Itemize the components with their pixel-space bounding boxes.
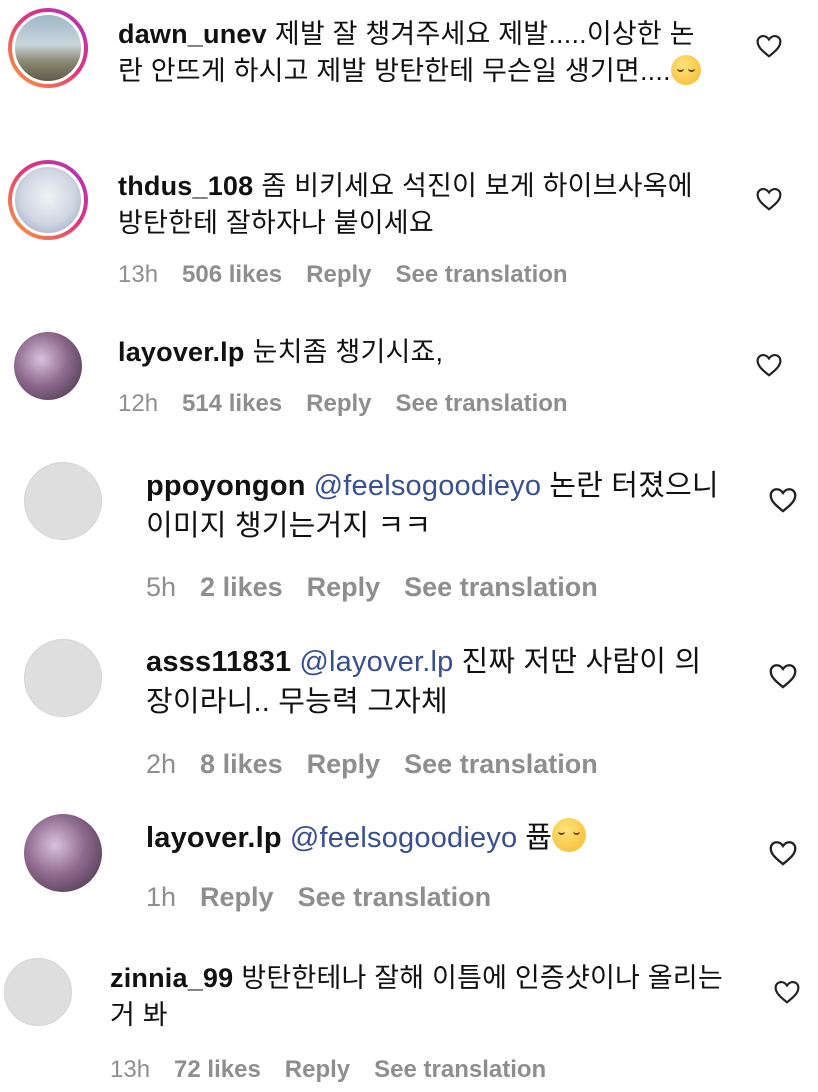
- comment-meta: 12h 514 likes Reply See translation: [118, 390, 592, 418]
- comment-meta: 13h 72 likes Reply See translation: [110, 1056, 570, 1084]
- timestamp: 2h: [146, 749, 177, 779]
- comment-text: ppoyongon @feelsogoodieyo 논란 터졌으니 이미지 챙기는거…: [146, 466, 726, 546]
- comment-meta: 2h 8 likes Reply See translation: [146, 749, 622, 780]
- likes-count[interactable]: 72 likes: [174, 1056, 261, 1083]
- avatar[interactable]: [24, 814, 102, 892]
- avatar[interactable]: [14, 332, 82, 400]
- timestamp: 13h: [118, 261, 159, 288]
- heart-outline-icon[interactable]: [769, 840, 797, 866]
- username-link[interactable]: layover.lp: [118, 337, 245, 367]
- likes-count[interactable]: 514 likes: [182, 390, 282, 417]
- comment-text: zinnia_99 방탄한테나 잘해 이틈에 인증샷이나 올리는 거 봐: [110, 960, 730, 1034]
- relieved-face-icon: [670, 55, 701, 85]
- likes-count[interactable]: 506 likes: [182, 261, 282, 288]
- comment-body: 퓹: [525, 822, 553, 854]
- reply-button[interactable]: Reply: [306, 261, 371, 288]
- likes-count[interactable]: 8 likes: [200, 749, 283, 779]
- username-link[interactable]: thdus_108: [118, 171, 253, 201]
- username-link[interactable]: layover.lp: [146, 822, 282, 854]
- mention-link[interactable]: @layover.lp: [299, 646, 453, 678]
- see-translation-link[interactable]: See translation: [404, 749, 598, 779]
- avatar[interactable]: [24, 639, 102, 717]
- comment-body: 눈치좀 챙기시죠,: [252, 337, 444, 367]
- timestamp: 12h: [118, 390, 159, 417]
- comment-text: thdus_108 좀 비키세요 석진이 보게 하이브사옥에 방탄한테 잘하자나 …: [118, 168, 718, 242]
- likes-count[interactable]: 2 likes: [200, 572, 283, 602]
- timestamp: 13h: [110, 1056, 151, 1083]
- username-link[interactable]: ppoyongon: [146, 470, 306, 502]
- comment-meta: 5h 2 likes Reply See translation: [146, 572, 622, 603]
- username-link[interactable]: asss11831: [146, 646, 291, 678]
- comment-text: layover.lp @feelsogoodieyo 퓹: [146, 818, 726, 858]
- comment-text: asss11831 @layover.lp 진짜 저딴 사람이 의장이라니.. 무능…: [146, 642, 726, 722]
- see-translation-link[interactable]: See translation: [396, 390, 568, 417]
- heart-outline-icon[interactable]: [756, 353, 782, 377]
- see-translation-link[interactable]: See translation: [404, 572, 598, 602]
- comment-meta: 1h Reply See translation: [146, 882, 515, 913]
- heart-outline-icon[interactable]: [769, 487, 797, 513]
- avatar[interactable]: [8, 8, 88, 88]
- heart-outline-icon[interactable]: [756, 187, 782, 211]
- comment-meta: 13h 506 likes Reply See translation: [118, 261, 592, 289]
- heart-outline-icon[interactable]: [774, 980, 800, 1004]
- avatar[interactable]: [8, 160, 88, 240]
- avatar[interactable]: [4, 958, 72, 1026]
- reply-button[interactable]: Reply: [200, 882, 274, 912]
- reply-button[interactable]: Reply: [285, 1056, 350, 1083]
- rolling-laughing-face-icon: [552, 818, 587, 852]
- reply-button[interactable]: Reply: [307, 749, 381, 779]
- reply-button[interactable]: Reply: [306, 390, 371, 417]
- timestamp: 5h: [146, 572, 177, 602]
- see-translation-link[interactable]: See translation: [298, 882, 492, 912]
- username-link[interactable]: zinnia_99: [110, 963, 233, 993]
- reply-button[interactable]: Reply: [307, 572, 381, 602]
- heart-outline-icon[interactable]: [769, 663, 797, 689]
- timestamp: 1h: [146, 882, 177, 912]
- see-translation-link[interactable]: See translation: [374, 1056, 546, 1083]
- heart-outline-icon[interactable]: [756, 34, 782, 58]
- mention-link[interactable]: @feelsogoodieyo: [290, 822, 518, 854]
- mention-link[interactable]: @feelsogoodieyo: [314, 470, 542, 502]
- avatar[interactable]: [24, 462, 102, 540]
- username-link[interactable]: dawn_unev: [118, 19, 267, 49]
- comment-text: dawn_unev 제발 잘 챙겨주세요 제발.....이상한 논란 안뜨게 하시…: [118, 16, 718, 90]
- comment-text: layover.lp 눈치좀 챙기시죠,: [118, 334, 718, 371]
- see-translation-link[interactable]: See translation: [396, 261, 568, 288]
